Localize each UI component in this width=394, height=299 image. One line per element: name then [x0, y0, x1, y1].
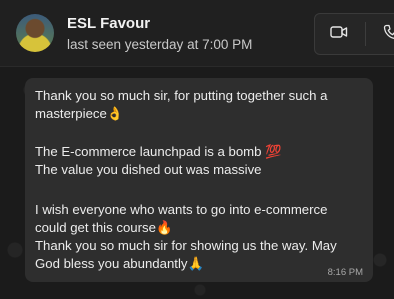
call-divider	[365, 22, 366, 46]
message-line: could get this course🔥	[35, 220, 173, 235]
contact-status: last seen yesterday at 7:00 PM	[67, 37, 253, 52]
video-camera-icon	[330, 25, 348, 44]
message-line: I wish everyone who wants to go into e-c…	[35, 202, 328, 217]
avatar[interactable]	[16, 14, 54, 52]
call-buttons	[314, 13, 394, 55]
message-line: masterpiece👌	[35, 106, 124, 121]
message-bubble[interactable]: Thank you so much sir, for putting toget…	[25, 78, 373, 282]
message-line: The E-commerce launchpad is a bomb 💯	[35, 144, 282, 159]
video-call-button[interactable]	[315, 14, 363, 54]
phone-icon	[383, 24, 394, 45]
contact-name[interactable]: ESL Favour	[67, 15, 150, 32]
message-line: The value you dished out was massive	[35, 162, 262, 177]
message-line: Thank you so much sir for showing us the…	[35, 238, 337, 253]
chat-window: ESL Favour last seen yesterday at 7:00 P…	[0, 0, 394, 299]
voice-call-button[interactable]	[367, 14, 394, 54]
message-line: Thank you so much sir, for putting toget…	[35, 88, 328, 103]
message-time: 8:16 PM	[327, 267, 363, 278]
message-line: God bless you abundantly🙏	[35, 256, 204, 271]
chat-header: ESL Favour last seen yesterday at 7:00 P…	[0, 0, 394, 67]
